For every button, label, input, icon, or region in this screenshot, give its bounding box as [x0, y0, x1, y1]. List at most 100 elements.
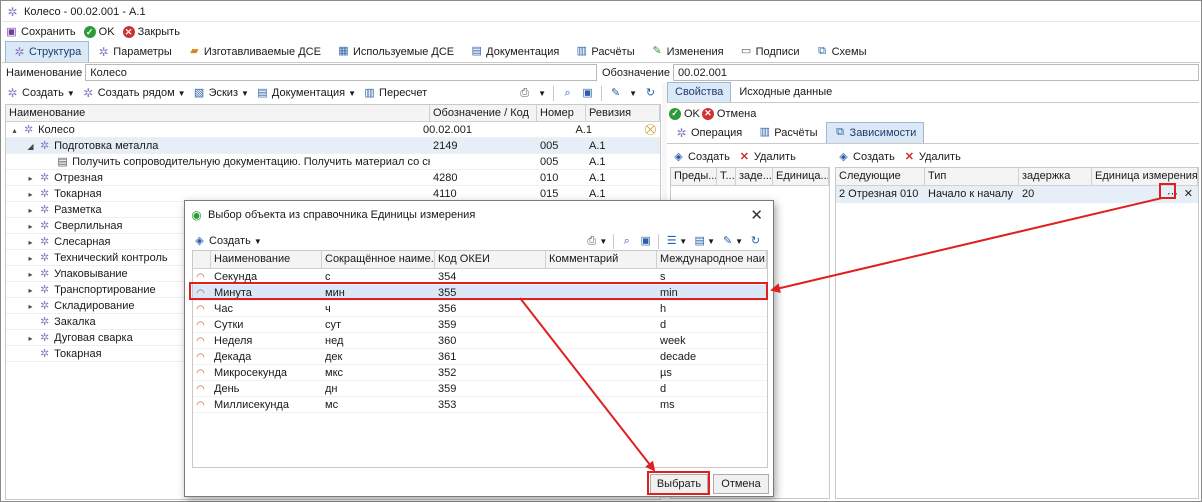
tab-dependencies[interactable]: ⧉ Зависимости: [825, 122, 925, 143]
column-header-comment[interactable]: Комментарий: [546, 251, 657, 268]
unit-row[interactable]: ◠ Минута мин 355 min: [193, 285, 767, 301]
tab-calculations[interactable]: ▥ Расчёты: [567, 41, 642, 62]
column-header-unit[interactable]: Единица измерения: [1092, 168, 1198, 185]
save-button[interactable]: ▣ Сохранить: [5, 26, 75, 39]
column-header-next[interactable]: Следующие: [836, 168, 925, 185]
column-header-intl[interactable]: Международное наи...: [657, 251, 767, 268]
expander-icon[interactable]: ▸: [26, 219, 35, 233]
unit-row[interactable]: ◠ Микросекунда мкс 352 µs: [193, 365, 767, 381]
sketch-button[interactable]: ▧ Эскиз ▼: [193, 87, 249, 100]
chevron-down-icon[interactable]: ▼: [599, 237, 607, 246]
properties-ok-button[interactable]: ✓ OK: [669, 107, 700, 120]
ok-button[interactable]: ✓ OK: [83, 26, 115, 38]
recalc-button[interactable]: ▥ Пересчет: [363, 87, 427, 100]
tab-source-data[interactable]: Исходные данные: [731, 82, 840, 102]
dialog-close-icon[interactable]: ✕: [750, 206, 763, 224]
panel-icon[interactable]: ▣: [581, 87, 594, 100]
column-header-code[interactable]: Обозначение / Код: [430, 105, 537, 121]
documentation-button[interactable]: ▤ Документация ▼: [256, 87, 356, 100]
list-icon[interactable]: ☰: [665, 235, 678, 248]
select-button[interactable]: Выбрать: [650, 474, 708, 494]
unit-row[interactable]: ◠ Сутки сут 359 d: [193, 317, 767, 333]
successor-delete-button[interactable]: ✕ Удалить: [903, 151, 961, 164]
column-header-prev[interactable]: Преды...: [671, 168, 717, 185]
chevron-down-icon[interactable]: ▼: [707, 237, 715, 246]
chevron-down-icon[interactable]: ▼: [629, 89, 637, 98]
tab-properties[interactable]: Свойства: [667, 82, 732, 102]
chevron-down-icon[interactable]: ▼: [679, 237, 687, 246]
unit-row[interactable]: ◠ Час ч 356 h: [193, 301, 767, 317]
unit-icon-cell: ◠: [193, 269, 211, 284]
close-button[interactable]: ✕ Закрыть: [122, 26, 180, 38]
column-header-revision[interactable]: Ревизия: [586, 105, 660, 121]
column-header-number[interactable]: Номер: [537, 105, 586, 121]
clear-icon[interactable]: ✕: [1184, 186, 1193, 203]
column-header-short[interactable]: Сокращённое наиме...: [322, 251, 435, 268]
expander-icon[interactable]: ▸: [26, 299, 35, 313]
tree-row[interactable]: ◢ ✲ Подготовка металла 2149 005 A.1: [6, 138, 660, 154]
column-header-name[interactable]: Наименование: [211, 251, 322, 268]
expander-icon[interactable]: ▸: [26, 187, 35, 201]
refresh-icon[interactable]: ↻: [749, 235, 762, 248]
column-header-okei[interactable]: Код ОКЕИ: [435, 251, 546, 268]
designation-field[interactable]: 00.02.001: [673, 64, 1199, 81]
ellipsis-button[interactable]: ⋯: [1167, 186, 1178, 203]
tab-structure[interactable]: ✲ Структура: [5, 41, 90, 62]
chevron-down-icon[interactable]: ▼: [735, 237, 743, 246]
tab-documentation[interactable]: ▤ Документация: [462, 41, 567, 62]
unit-row[interactable]: ◠ Декада дек 361 decade: [193, 349, 767, 365]
wrench-icon[interactable]: ✎: [721, 235, 734, 248]
properties-cancel-button[interactable]: ✕ Отмена: [701, 107, 756, 120]
view-icon[interactable]: ▤: [693, 235, 706, 248]
tree-row[interactable]: ▤ Получить сопроводительную документацию…: [6, 154, 660, 170]
tree-row[interactable]: ▴ ✲ Колесо 00.02.001 A.1 ⛒: [6, 122, 660, 138]
tab-schemes[interactable]: ⧉ Схемы: [808, 41, 875, 62]
successor-unit-cell[interactable]: [1092, 186, 1198, 203]
create-near-button[interactable]: ✲ Создать рядом ▼: [82, 87, 185, 100]
expander-icon[interactable]: ▸: [26, 235, 35, 249]
tab-changes[interactable]: ✎ Изменения: [643, 41, 732, 62]
expander-icon[interactable]: ▸: [26, 283, 35, 297]
predecessor-delete-button[interactable]: ✕ Удалить: [738, 151, 796, 164]
tab-parameters[interactable]: ✲ Параметры: [89, 41, 180, 62]
tab-manufactured[interactable]: ▰ Изготавливаемые ДСЕ: [180, 41, 329, 62]
expander-icon[interactable]: ▴: [10, 123, 19, 137]
expander-icon[interactable]: ▸: [26, 331, 35, 345]
unit-intl-cell: s: [660, 271, 666, 283]
panel-icon[interactable]: ▣: [639, 235, 652, 248]
tree-row[interactable]: ▸ ✲ Отрезная 4280 010 A.1: [6, 170, 660, 186]
dialog-create-button[interactable]: ◈ Создать ▼: [193, 235, 261, 248]
wrench-icon[interactable]: ✎: [609, 87, 622, 100]
column-header-type[interactable]: Т...: [717, 168, 736, 185]
expander-icon[interactable]: ▸: [26, 203, 35, 217]
tab-signatures[interactable]: ▭ Подписи: [732, 41, 808, 62]
tab-used[interactable]: ▦ Используемые ДСЕ: [329, 41, 462, 62]
column-header-delay[interactable]: задержка: [1019, 168, 1092, 185]
successor-create-button[interactable]: ◈ Создать: [837, 151, 895, 164]
column-header-delay[interactable]: заде...: [736, 168, 773, 185]
expander-icon[interactable]: ▸: [26, 171, 35, 185]
unit-row[interactable]: ◠ День дн 359 d: [193, 381, 767, 397]
search-icon[interactable]: ⌕: [561, 87, 574, 100]
predecessor-create-button[interactable]: ◈ Создать: [672, 151, 730, 164]
chevron-down-icon[interactable]: ▼: [538, 89, 546, 98]
unit-row[interactable]: ◠ Секунда с 354 s: [193, 269, 767, 285]
column-header-unit[interactable]: Единица...: [773, 168, 829, 185]
create-button[interactable]: ✲ Создать ▼: [6, 87, 74, 100]
column-header-type[interactable]: Тип: [925, 168, 1019, 185]
tab-calculations-sub[interactable]: ▥ Расчёты: [750, 122, 825, 143]
column-header-name[interactable]: Наименование: [6, 105, 430, 121]
expander-icon[interactable]: ▸: [26, 267, 35, 281]
tab-operation[interactable]: ✲ Операция: [667, 122, 750, 143]
name-field[interactable]: Колесо: [85, 64, 597, 81]
unit-row[interactable]: ◠ Неделя нед 360 week: [193, 333, 767, 349]
search-icon[interactable]: ⌕: [620, 235, 633, 248]
unit-row[interactable]: ◠ Миллисекунда мс 353 ms: [193, 397, 767, 413]
expander-icon[interactable]: ◢: [26, 139, 35, 153]
successor-row[interactable]: 2 Отрезная 010 Начало к началу 20 ⋯ ✕: [836, 186, 1198, 203]
expander-icon[interactable]: ▸: [26, 251, 35, 265]
print-icon[interactable]: ⎙: [585, 235, 598, 248]
print-icon[interactable]: ⎙: [518, 87, 531, 100]
cancel-button[interactable]: Отмена: [713, 474, 769, 494]
refresh-icon[interactable]: ↻: [644, 87, 657, 100]
